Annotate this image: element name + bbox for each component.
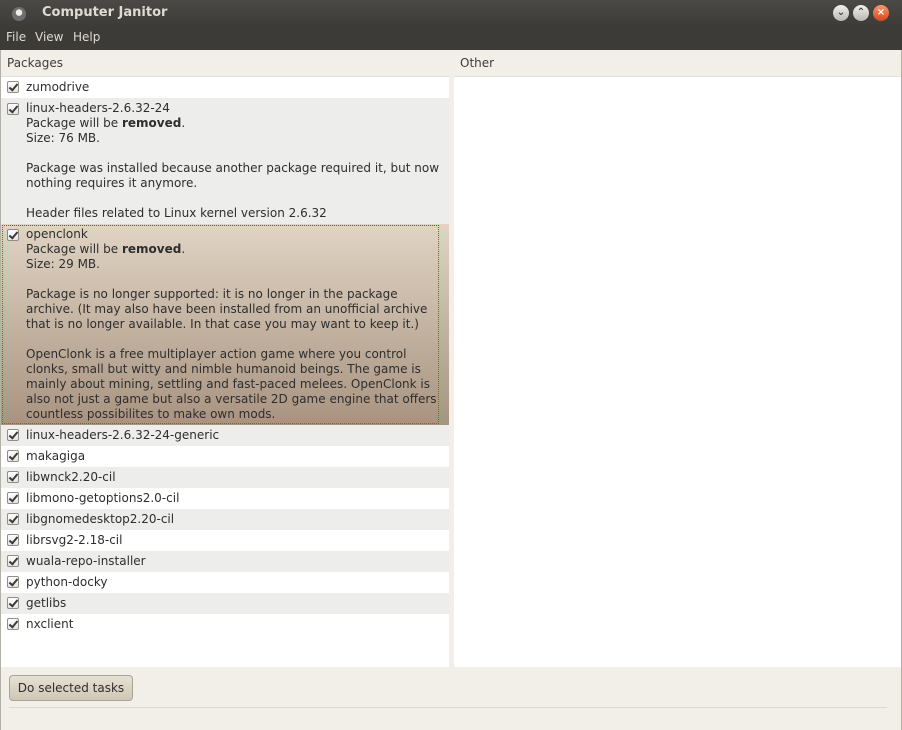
package-row-zumodrive[interactable]: zumodrive xyxy=(1,77,449,98)
menu-bar: File View Help xyxy=(0,27,902,50)
close-icon[interactable]: × xyxy=(873,5,889,21)
package-description: countless possibilites to make own mods. xyxy=(26,407,444,422)
package-name: linux-headers-2.6.32-24 xyxy=(26,101,444,116)
window-title: Computer Janitor xyxy=(42,5,167,20)
do-selected-tasks-button[interactable]: Do selected tasks xyxy=(9,675,133,701)
package-description: clonks, small but witty and nimble human… xyxy=(26,362,444,377)
package-name: makagiga xyxy=(26,446,85,467)
package-reason: Package is no longer supported: it is no… xyxy=(26,287,444,302)
package-reason: nothing requires it anymore. xyxy=(26,176,444,191)
package-size: Size: 76 MB. xyxy=(26,131,444,146)
package-name: zumodrive xyxy=(26,77,89,98)
package-row[interactable]: librsvg2-2.18-cil xyxy=(1,530,449,551)
minimize-icon[interactable]: ⌄ xyxy=(833,5,849,21)
menu-file[interactable]: File xyxy=(6,30,26,44)
app-icon[interactable] xyxy=(12,7,26,21)
packages-list[interactable]: zumodrive linux-headers-2.6.32-24 Packag… xyxy=(1,77,449,667)
package-name: getlibs xyxy=(26,593,66,614)
title-bar: Computer Janitor ⌄ ⌃ × xyxy=(0,0,902,27)
main-content: Packages Other zumodrive linux-headers-2… xyxy=(0,50,902,730)
package-checkbox[interactable] xyxy=(7,576,19,588)
package-name: linux-headers-2.6.32-24-generic xyxy=(26,425,219,446)
package-row[interactable]: libwnck2.20-cil xyxy=(1,467,449,488)
package-reason: that is no longer available. In that cas… xyxy=(26,317,444,332)
package-checkbox[interactable] xyxy=(7,103,19,115)
package-checkbox[interactable] xyxy=(7,618,19,630)
package-checkbox[interactable] xyxy=(7,492,19,504)
package-checkbox[interactable] xyxy=(7,450,19,462)
package-checkbox[interactable] xyxy=(7,534,19,546)
package-checkbox[interactable] xyxy=(7,597,19,609)
package-checkbox[interactable] xyxy=(7,513,19,525)
packages-header[interactable]: Packages xyxy=(1,50,449,77)
package-row[interactable]: getlibs xyxy=(1,593,449,614)
package-name: openclonk xyxy=(26,227,444,242)
package-row-linux-headers[interactable]: linux-headers-2.6.32-24 Package will be … xyxy=(1,98,449,224)
package-name: libgnomedesktop2.20-cil xyxy=(26,509,174,530)
other-list[interactable] xyxy=(454,77,901,667)
maximize-icon[interactable]: ⌃ xyxy=(853,5,869,21)
package-row[interactable]: python-docky xyxy=(1,572,449,593)
package-row[interactable]: libmono-getoptions2.0-cil xyxy=(1,488,449,509)
package-row[interactable]: linux-headers-2.6.32-24-generic xyxy=(1,425,449,446)
menu-help[interactable]: Help xyxy=(73,30,100,44)
menu-view[interactable]: View xyxy=(35,30,63,44)
package-checkbox[interactable] xyxy=(7,229,19,241)
package-description: Header files related to Linux kernel ver… xyxy=(26,206,444,221)
package-description: mainly about mining, settling and fast-p… xyxy=(26,377,444,392)
package-name: wuala-repo-installer xyxy=(26,551,146,572)
package-checkbox[interactable] xyxy=(7,555,19,567)
package-row[interactable]: wuala-repo-installer xyxy=(1,551,449,572)
other-header[interactable]: Other xyxy=(454,50,901,77)
package-name: python-docky xyxy=(26,572,108,593)
package-reason: archive. (It may also have been installe… xyxy=(26,302,444,317)
package-row[interactable]: nxclient xyxy=(1,614,449,635)
package-action: Package will be removed. xyxy=(26,116,444,131)
action-area: Do selected tasks xyxy=(1,667,901,730)
package-checkbox[interactable] xyxy=(7,471,19,483)
package-checkbox[interactable] xyxy=(7,81,19,93)
package-row[interactable]: makagiga xyxy=(1,446,449,467)
package-reason: Package was installed because another pa… xyxy=(26,161,444,176)
status-bar xyxy=(9,707,887,708)
package-checkbox[interactable] xyxy=(7,429,19,441)
package-description: OpenClonk is a free multiplayer action g… xyxy=(26,347,444,362)
package-row-openclonk[interactable]: openclonk Package will be removed. Size:… xyxy=(1,224,449,425)
package-description: also not just a game but also a versatil… xyxy=(26,392,444,407)
package-name: nxclient xyxy=(26,614,73,635)
package-size: Size: 29 MB. xyxy=(26,257,444,272)
package-name: librsvg2-2.18-cil xyxy=(26,530,122,551)
package-row[interactable]: libgnomedesktop2.20-cil xyxy=(1,509,449,530)
package-action: Package will be removed. xyxy=(26,242,444,257)
package-name: libwnck2.20-cil xyxy=(26,467,116,488)
package-name: libmono-getoptions2.0-cil xyxy=(26,488,179,509)
